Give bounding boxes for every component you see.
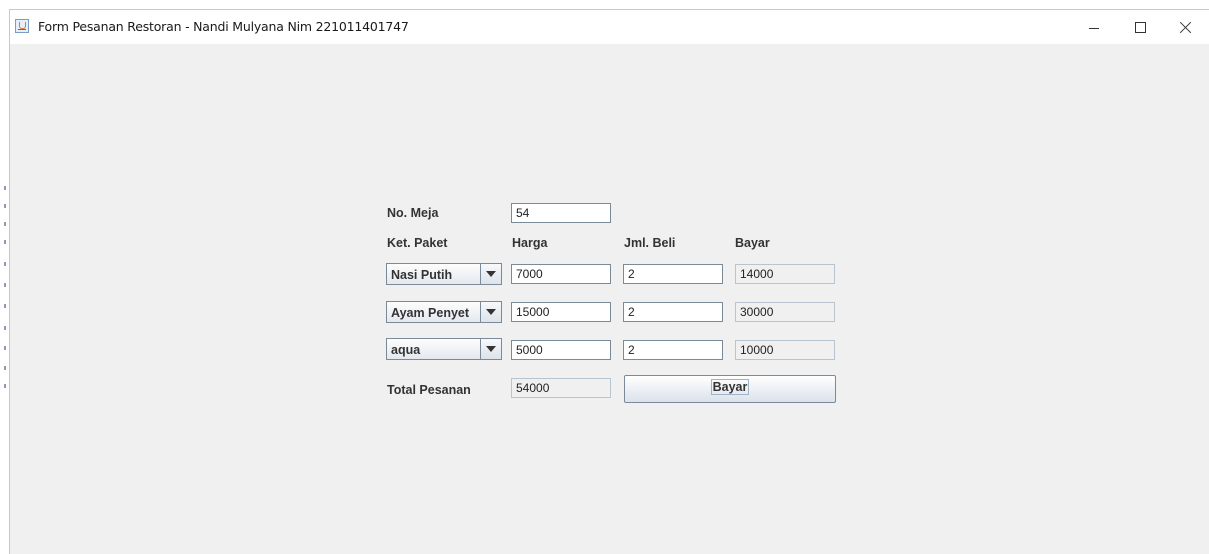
minimize-icon	[1089, 27, 1099, 29]
window-title: Form Pesanan Restoran - Nandi Mulyana Ni…	[38, 19, 409, 34]
total-pesanan-output: 54000	[511, 378, 611, 398]
title-bar[interactable]: Form Pesanan Restoran - Nandi Mulyana Ni…	[10, 10, 1209, 44]
paket-select-3-value: aqua	[391, 343, 421, 357]
no-meja-label: No. Meja	[387, 206, 439, 220]
header-jml-beli: Jml. Beli	[624, 236, 676, 250]
paket-select-2-value: Ayam Penyet	[391, 306, 470, 320]
background-edge	[0, 0, 9, 554]
jml-beli-input-1[interactable]: 2	[623, 264, 723, 284]
close-button[interactable]	[1163, 10, 1209, 44]
jml-beli-input-2[interactable]: 2	[623, 302, 723, 322]
minimize-button[interactable]	[1071, 10, 1117, 44]
paket-select-1-value: Nasi Putih	[391, 268, 453, 282]
chevron-down-icon[interactable]	[480, 302, 501, 322]
harga-input-1[interactable]: 7000	[511, 264, 611, 284]
maximize-icon	[1134, 21, 1146, 33]
no-meja-input[interactable]: 54	[511, 203, 611, 223]
maximize-button[interactable]	[1117, 10, 1163, 44]
paket-select-1[interactable]: Nasi Putih	[386, 263, 502, 285]
header-ket-paket: Ket. Paket	[387, 236, 448, 250]
close-icon	[1180, 21, 1192, 33]
bayar-button[interactable]: Bayar	[624, 375, 836, 403]
bayar-output-2: 30000	[735, 302, 835, 322]
jml-beli-input-3[interactable]: 2	[623, 340, 723, 360]
total-pesanan-label: Total Pesanan	[387, 383, 471, 397]
bayar-button-label: Bayar	[710, 379, 750, 395]
chevron-down-icon[interactable]	[480, 264, 501, 284]
harga-input-3[interactable]: 5000	[511, 340, 611, 360]
header-bayar: Bayar	[735, 236, 770, 250]
chevron-down-icon[interactable]	[480, 339, 501, 359]
java-app-icon	[15, 19, 29, 33]
bayar-output-3: 10000	[735, 340, 835, 360]
header-harga: Harga	[512, 236, 548, 250]
bayar-output-1: 14000	[735, 264, 835, 284]
paket-select-3[interactable]: aqua	[386, 338, 502, 360]
app-window: Form Pesanan Restoran - Nandi Mulyana Ni…	[9, 9, 1209, 554]
harga-input-2[interactable]: 15000	[511, 302, 611, 322]
paket-select-2[interactable]: Ayam Penyet	[386, 301, 502, 323]
